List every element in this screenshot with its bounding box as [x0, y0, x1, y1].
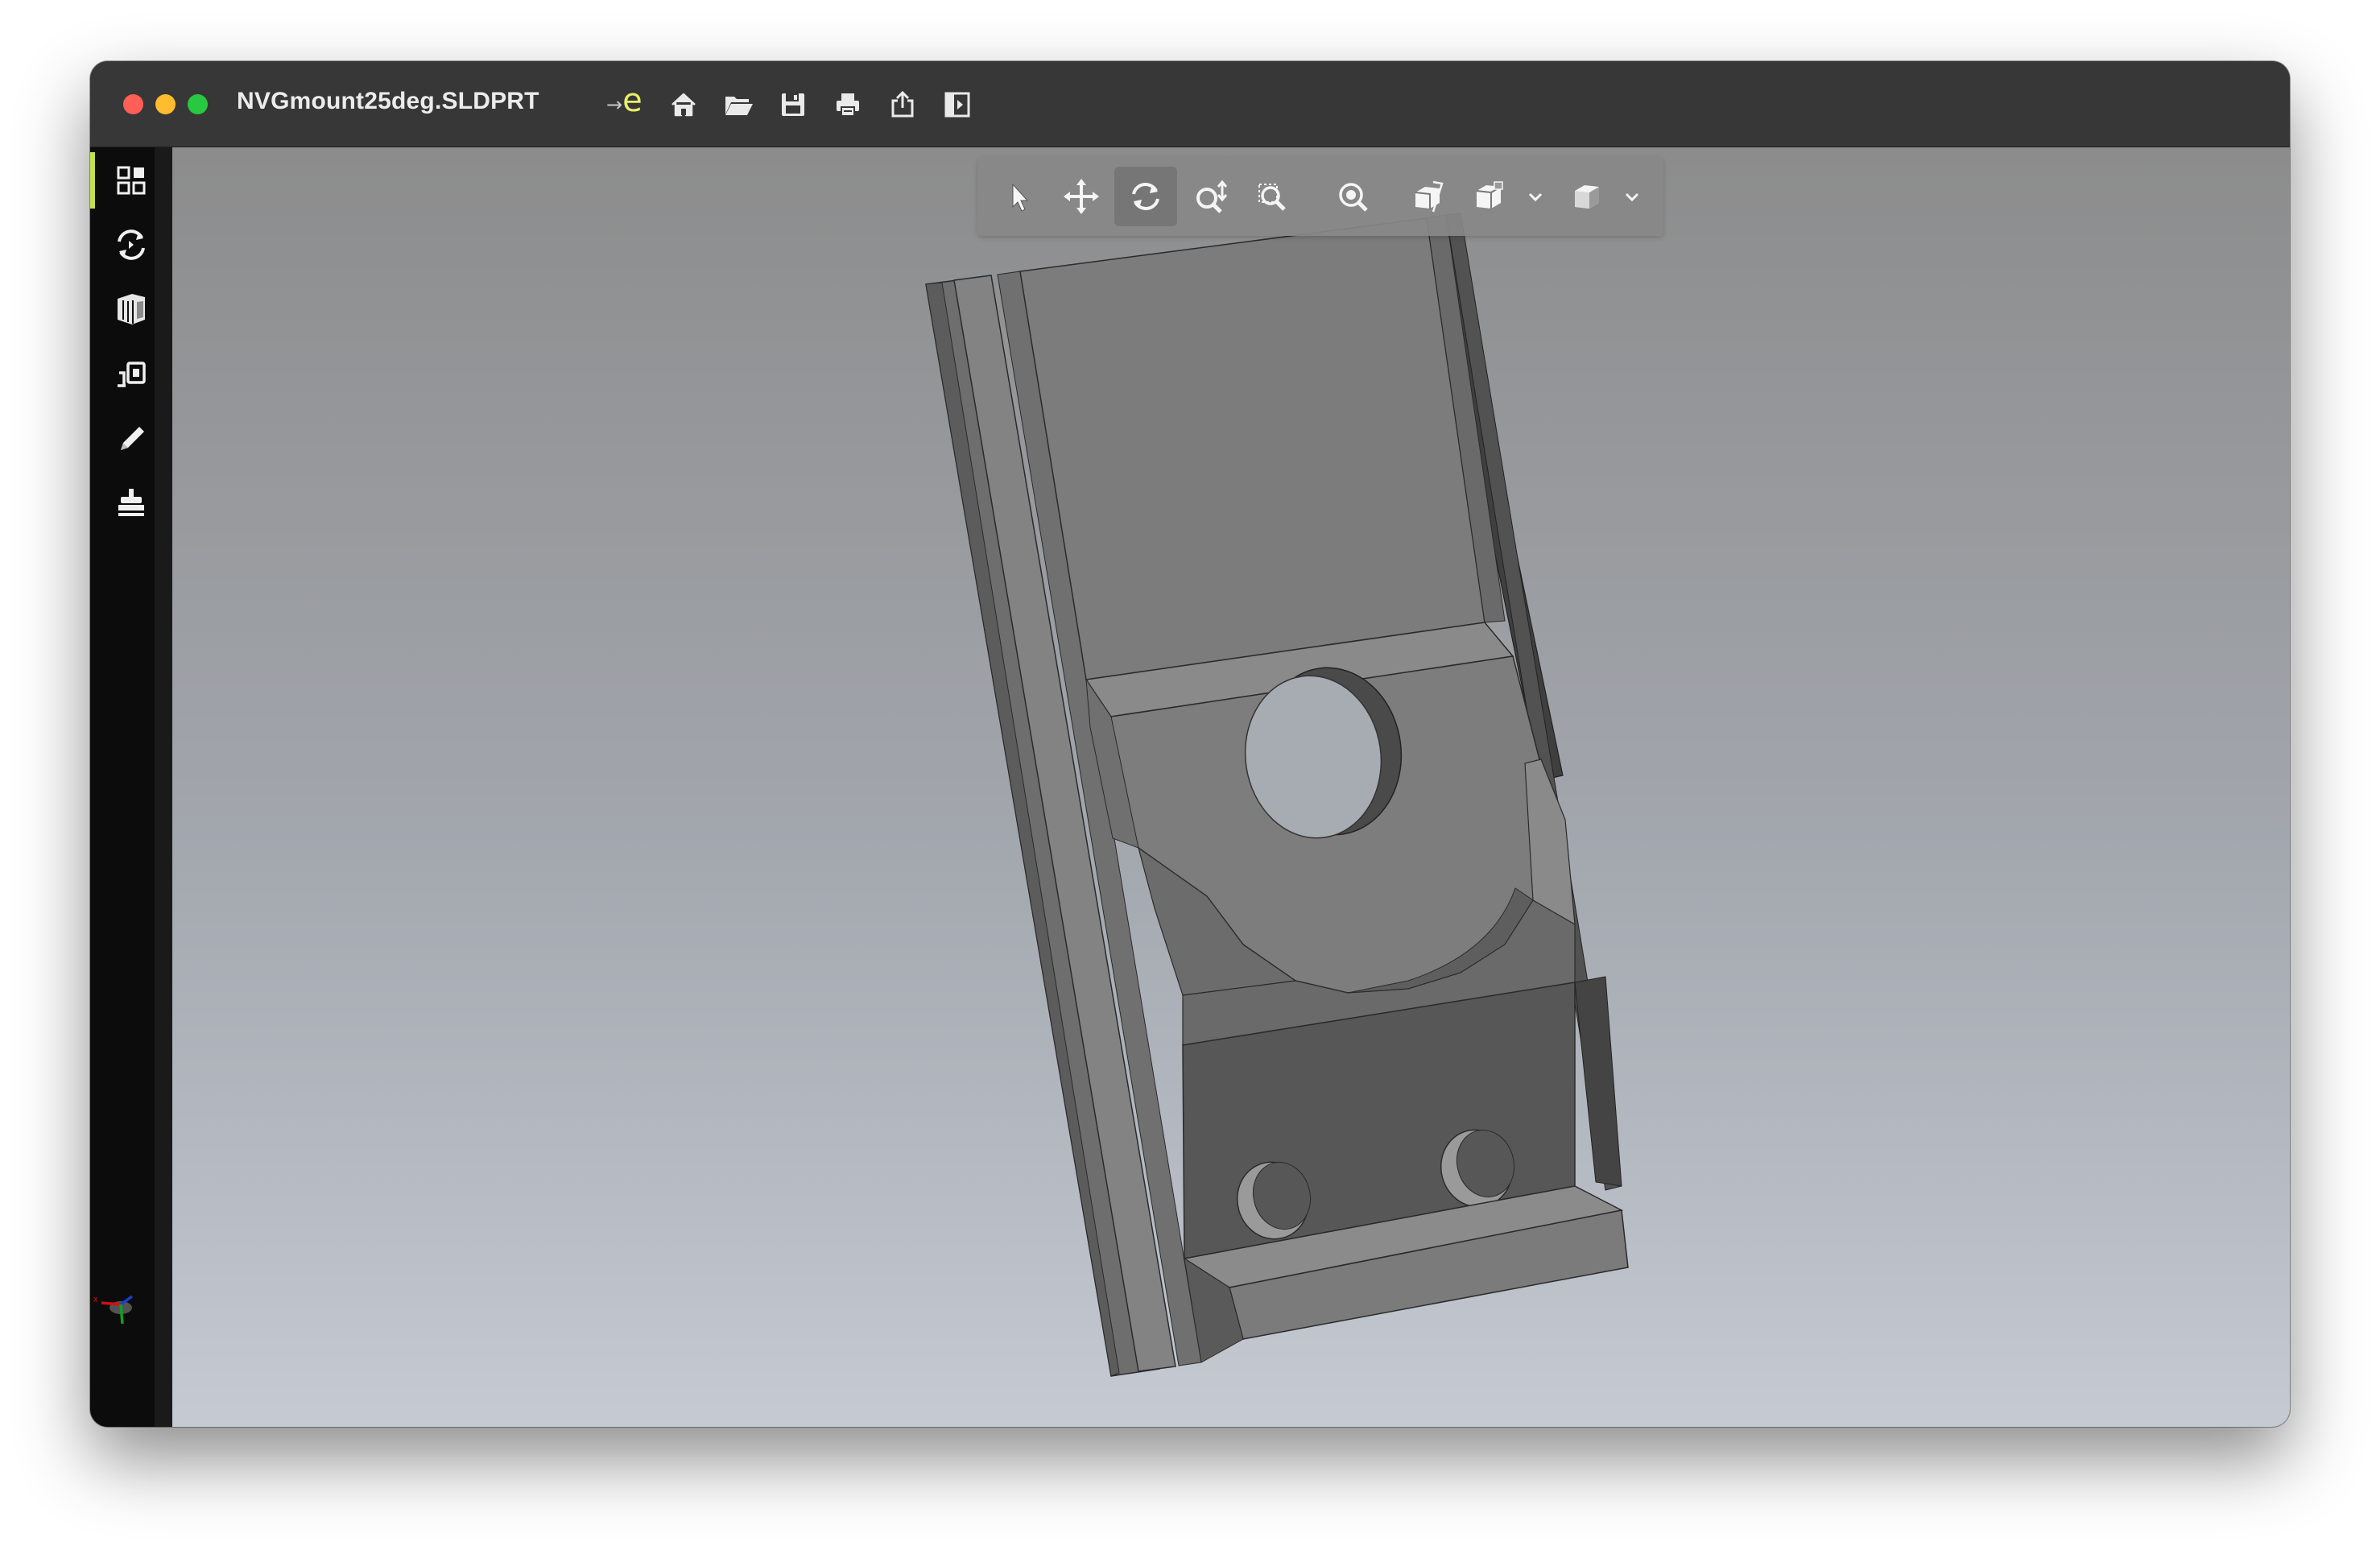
markup-pen-icon [121, 427, 144, 450]
zoom-dynamic-button[interactable] [1179, 167, 1242, 226]
pan-icon [1064, 179, 1099, 214]
zoom-to-fit-button[interactable] [1322, 167, 1385, 226]
chevron-down-icon [1625, 192, 1639, 202]
home-button[interactable] [667, 89, 700, 121]
toggle-panel-icon [944, 92, 970, 118]
view-orientation-dropdown[interactable] [1522, 167, 1549, 226]
app-window: NVGmount25deg.SLDPRT →e [90, 61, 2290, 1427]
zoom-window-button[interactable] [1242, 167, 1304, 226]
sidebar-item-rotate-views[interactable] [101, 215, 161, 275]
sidebar-item-model-parts[interactable] [101, 279, 161, 339]
section-icon [118, 362, 146, 387]
sidebar-divider [155, 147, 172, 1427]
rotate-tool-button[interactable] [1114, 167, 1177, 226]
chevron-down-icon [1528, 192, 1543, 202]
rotate-icon [1132, 182, 1159, 211]
3d-viewport[interactable] [172, 147, 2290, 1427]
pan-tool-button[interactable] [1050, 167, 1113, 226]
part-model[interactable] [172, 147, 2290, 1427]
toggle-panel-button[interactable] [941, 89, 973, 121]
open-folder-icon [725, 97, 753, 115]
save-icon [782, 93, 804, 116]
model-lip-side [1574, 976, 1622, 1187]
document-title: NVGmount25deg.SLDPRT [237, 88, 539, 114]
share-button[interactable] [886, 89, 919, 121]
sidebar-item-dashboard[interactable] [101, 151, 161, 210]
model-parts-icon [118, 294, 145, 324]
title-bar: NVGmount25deg.SLDPRT →e [90, 61, 2290, 147]
zoom-dynamic-icon [1196, 180, 1228, 213]
minimize-window-button[interactable] [155, 94, 176, 114]
display-style-icon [1575, 185, 1599, 209]
stamp-icon [118, 489, 144, 516]
zoom-window-button[interactable] [188, 94, 208, 114]
select-tool-button[interactable] [985, 167, 1048, 226]
view-toolbar [977, 157, 1663, 236]
home-icon [671, 93, 696, 117]
select-arrow-icon [1012, 183, 1029, 212]
open-button[interactable] [722, 89, 754, 121]
zoom-window-icon [1258, 184, 1286, 211]
display-style-dropdown[interactable] [1618, 167, 1646, 226]
print-icon [837, 93, 859, 117]
triad-x-label: x [93, 1295, 98, 1304]
share-icon [891, 90, 914, 118]
axis-triad: x [93, 1295, 134, 1325]
model-top-face [1019, 217, 1485, 680]
zoom-to-fit-icon [1339, 183, 1368, 212]
section-view-button[interactable] [1396, 167, 1459, 226]
sidebar-item-stamp[interactable] [101, 473, 161, 532]
sidebar-item-markup[interactable] [101, 408, 161, 468]
view-orientation-icon [1476, 181, 1503, 209]
view-orientation-button[interactable] [1459, 167, 1522, 226]
rotate-views-icon [118, 229, 145, 260]
print-button[interactable] [832, 89, 864, 121]
file-menu-button[interactable]: →e [606, 82, 643, 119]
section-view-icon [1415, 180, 1444, 213]
dashboard-icon [117, 166, 146, 195]
save-button[interactable] [777, 89, 809, 121]
sidebar-item-section[interactable] [101, 344, 161, 403]
close-window-button[interactable] [123, 94, 143, 114]
arrow-icon: → [606, 93, 623, 116]
sidebar-active-indicator [90, 152, 95, 209]
display-style-button[interactable] [1556, 167, 1618, 226]
